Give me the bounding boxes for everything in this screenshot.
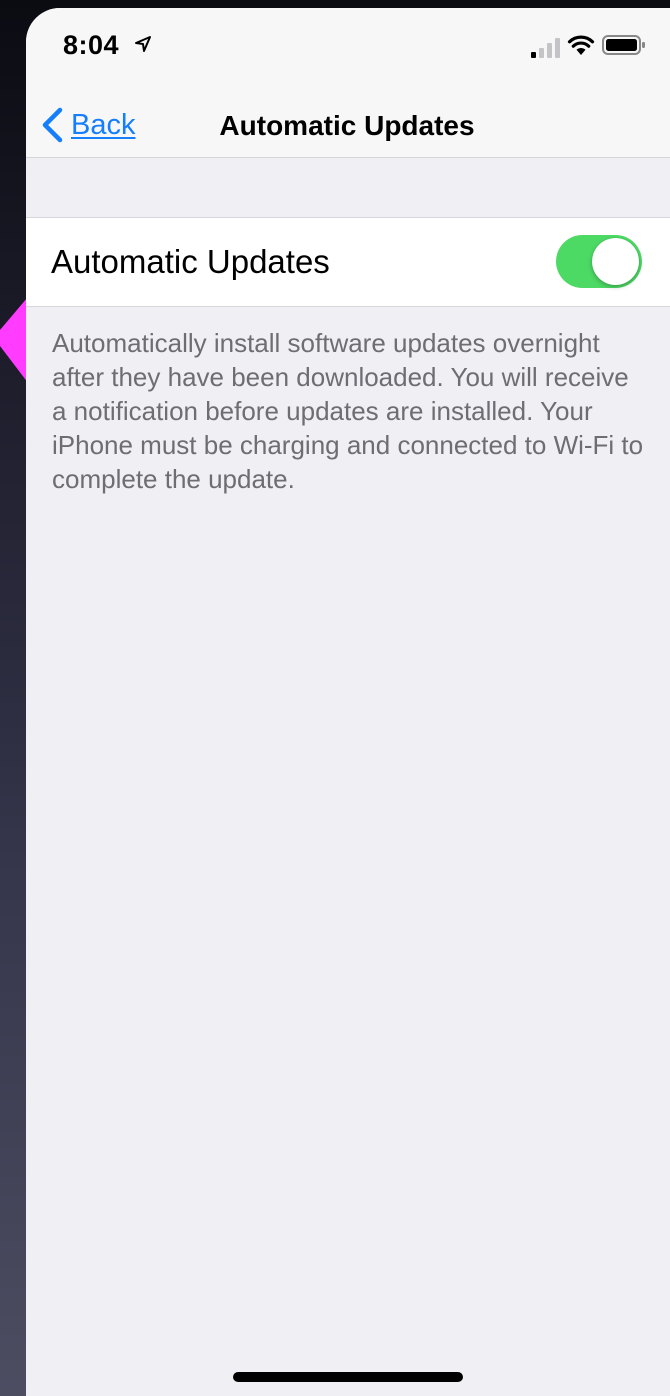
signal-icon: [531, 38, 560, 58]
toggle-knob: [592, 238, 639, 285]
battery-icon: [602, 35, 645, 55]
page-title: Automatic Updates: [219, 110, 475, 141]
back-button-label: Back: [71, 108, 136, 141]
automatic-updates-label: Automatic Updates: [51, 243, 330, 280]
navigation-bar: Back Automatic Updates: [26, 84, 670, 158]
back-button[interactable]: Back: [40, 105, 135, 145]
wifi-icon: [567, 35, 595, 55]
home-indicator[interactable]: [233, 1372, 463, 1382]
automatic-updates-cell: Automatic Updates: [26, 217, 670, 307]
phone-screen: 8:04 Back Automatic Updates Automatic Up…: [26, 8, 670, 1396]
status-time: 8:04: [63, 30, 120, 60]
automatic-updates-toggle[interactable]: [556, 235, 642, 288]
location-arrow-icon: [135, 36, 151, 52]
chevron-left-icon: [42, 107, 63, 143]
status-bar: 8:04: [26, 8, 670, 84]
section-footer-description: Automatically install software updates o…: [52, 328, 644, 494]
